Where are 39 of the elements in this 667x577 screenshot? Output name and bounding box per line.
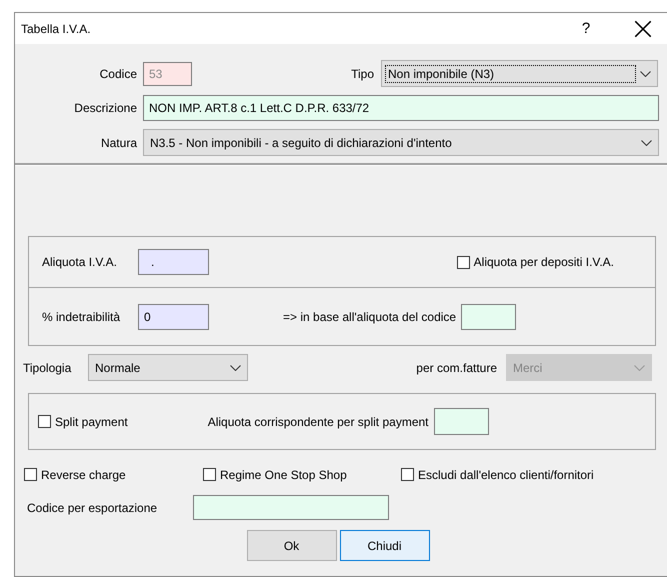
chevron-down-icon — [230, 364, 241, 370]
checkbox-label: Escludi dall'elenco clienti/fornitori — [418, 468, 594, 482]
export-code-field[interactable] — [193, 495, 389, 520]
field-label: Codice per esportazione — [27, 500, 158, 514]
checkbox[interactable] — [456, 256, 470, 268]
dropdown[interactable]: Normale — [88, 354, 248, 381]
rate-field[interactable]: . — [138, 249, 209, 275]
chevron-down-icon — [640, 70, 651, 76]
code-field[interactable] — [461, 304, 516, 330]
field-label: Aliquota corrispondente per split payment — [208, 414, 428, 428]
field-label: Natura — [100, 136, 137, 150]
dropdown[interactable]: N3.5 - Non imponibili - a seguito di dichiarazioni d'intento — [143, 129, 659, 156]
checkbox-label: Regime One Stop Shop — [220, 468, 347, 482]
field-label: % indetraibilità — [42, 310, 122, 324]
close-icon[interactable] — [634, 20, 652, 38]
checkbox-label: Split payment — [55, 414, 128, 428]
field-label: Codice — [100, 66, 137, 80]
rate-field[interactable] — [434, 408, 488, 435]
dialog-button[interactable]: Ok — [246, 530, 336, 561]
field-label: Descrizione — [74, 101, 137, 115]
field-label: Tipo — [351, 66, 374, 80]
checkbox-label: Aliquota per depositi I.V.A. — [474, 255, 614, 269]
field-label: Aliquota I.V.A. — [42, 255, 118, 269]
checkbox[interactable] — [38, 415, 51, 428]
dialog-button[interactable]: Chiudi — [340, 530, 430, 561]
dropdown[interactable]: Non imponibile (N3) — [381, 60, 658, 87]
checkbox-label: Reverse charge — [41, 468, 126, 482]
percent-field[interactable]: 0 — [138, 304, 209, 330]
checkbox[interactable] — [24, 468, 37, 481]
field-label: per com.fatture — [416, 360, 497, 374]
chevron-down-icon — [641, 140, 652, 146]
help-button[interactable]: ? — [576, 20, 596, 37]
window-title: Tabella I.V.A. — [21, 22, 92, 36]
checkbox[interactable] — [203, 468, 216, 481]
field-label: => in base all'aliquota del codice — [283, 310, 456, 324]
chevron-down-icon — [634, 364, 645, 370]
checkbox[interactable] — [401, 468, 414, 481]
description-field[interactable]: NON IMP. ART.8 c.1 Lett.C D.P.R. 633/72 — [143, 95, 659, 121]
field-label: Tipologia — [23, 360, 72, 374]
